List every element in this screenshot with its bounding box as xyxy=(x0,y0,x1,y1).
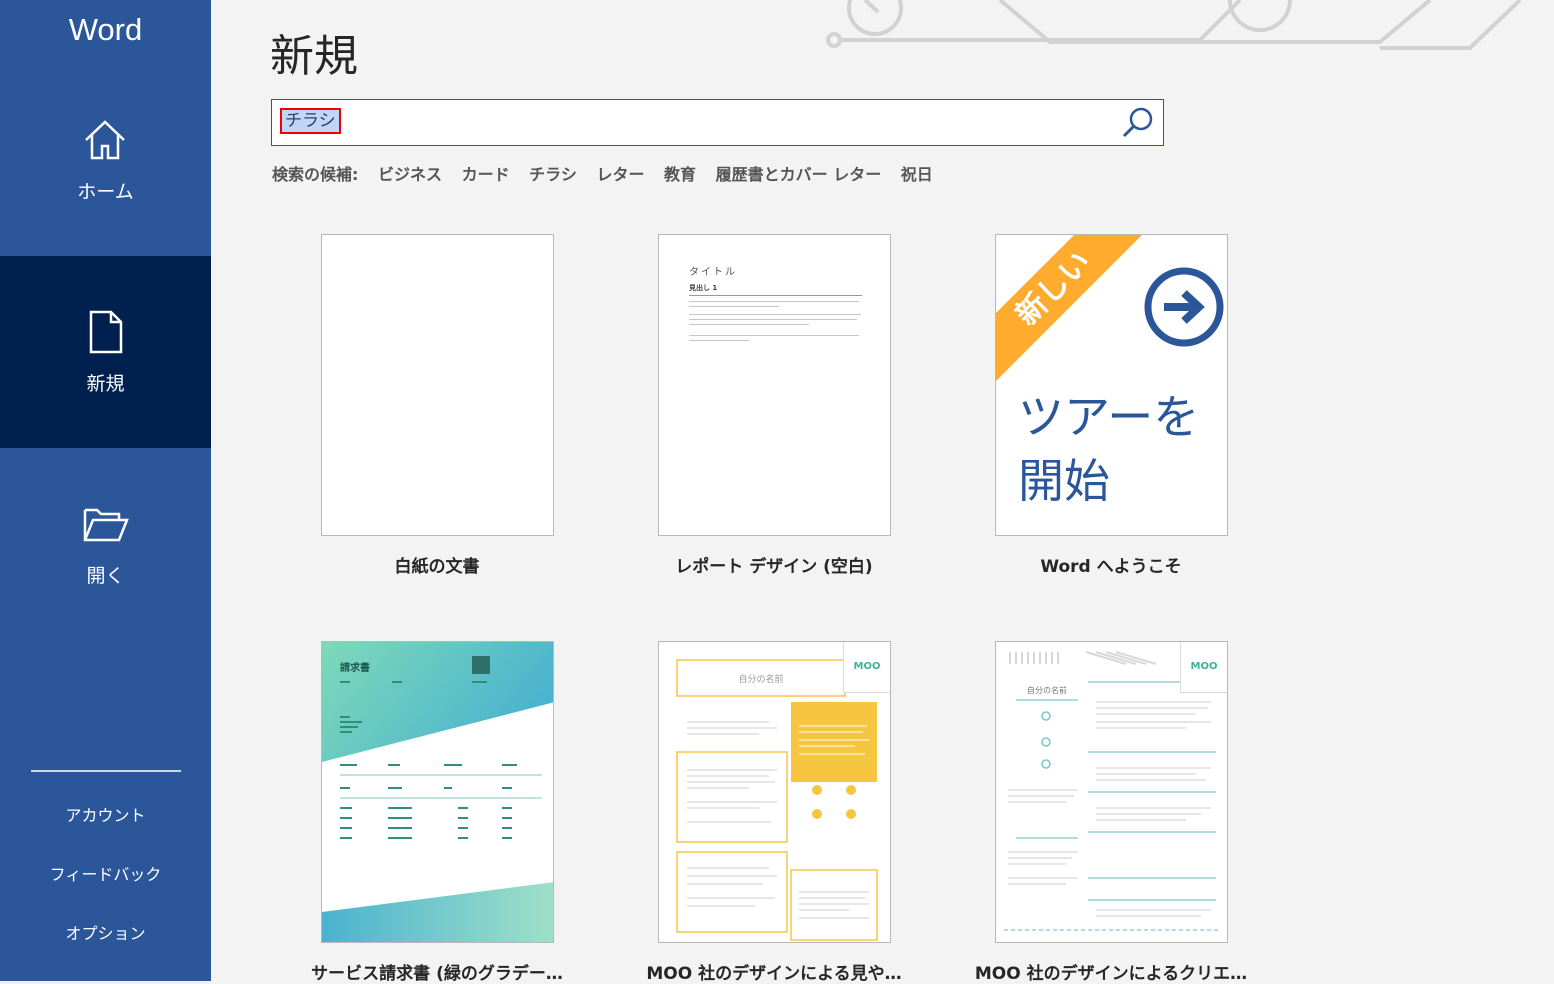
sidebar-item-home[interactable]: ホーム xyxy=(0,64,211,256)
preview-name: 自分の名前 xyxy=(1027,686,1067,695)
new-badge: 新しい xyxy=(996,235,1156,391)
template-caption: MOO 社のデザインによるクリエ… xyxy=(974,964,1248,984)
preview-title: 請求書 xyxy=(340,663,370,674)
template-thumbnail xyxy=(321,234,554,536)
suggestion-link[interactable]: カード xyxy=(462,165,510,184)
sidebar-item-new[interactable]: 新規 xyxy=(0,256,211,448)
home-icon xyxy=(85,120,125,160)
template-caption: 白紙の文書 xyxy=(394,557,480,577)
sidebar-link-options[interactable]: オプション xyxy=(0,920,211,944)
tour-text-line: ツアーを xyxy=(1018,390,1200,444)
sidebar-link-account[interactable]: アカウント xyxy=(0,802,211,826)
preview-name: 自分の名前 xyxy=(738,675,784,685)
preview-title: タイトル xyxy=(689,267,737,278)
template-thumbnail: 新しい ツアーを 開始 xyxy=(995,234,1228,536)
template-caption: Word へようこそ xyxy=(1040,557,1182,577)
search-suggestions: 検索の候補: ビジネス カード チラシ レター 教育 履歴書とカバー レター 祝… xyxy=(272,161,947,185)
template-thumbnail: 自分の名前 MOO xyxy=(995,641,1228,943)
suggestion-link[interactable]: 履歴書とカバー レター xyxy=(716,165,882,184)
suggestion-link[interactable]: ビジネス xyxy=(378,165,442,184)
template-caption: サービス請求書 (緑のグラデー… xyxy=(311,964,563,984)
circuit-decoration xyxy=(826,0,1522,50)
suggestion-link[interactable]: レター xyxy=(596,165,644,184)
preview-heading: 見出し 1 xyxy=(689,284,718,292)
template-caption: MOO 社のデザインによる見や… xyxy=(646,964,902,984)
sidebar-item-open[interactable]: 開く xyxy=(0,448,211,640)
suggestion-link[interactable]: 教育 xyxy=(664,165,696,184)
sidebar-item-label: 新規 xyxy=(86,373,125,395)
tour-text-line: 開始 xyxy=(1018,454,1110,508)
tour-text: ツアーを 開始 xyxy=(1018,385,1199,513)
template-thumbnail: タイトル 見出し 1 xyxy=(658,234,891,536)
open-folder-icon xyxy=(83,508,129,542)
sidebar-link-feedback[interactable]: フィードバック xyxy=(0,861,211,885)
arrow-right-circle-icon xyxy=(1144,267,1224,347)
template-caption: レポート デザイン (空白) xyxy=(675,557,873,577)
app-name: Word xyxy=(68,12,143,47)
template-thumbnail: 請求書 xyxy=(321,641,554,943)
invoice-gradient-background xyxy=(322,642,553,942)
suggestion-link[interactable]: チラシ xyxy=(529,165,577,184)
search-icon[interactable] xyxy=(1121,106,1155,140)
sidebar-divider xyxy=(31,770,181,772)
template-thumbnail: 自分の名前 MOO xyxy=(658,641,891,943)
suggestions-label: 検索の候補: xyxy=(272,165,359,184)
template-search-box[interactable]: チラシ xyxy=(271,99,1164,146)
suggestion-link[interactable]: 祝日 xyxy=(901,165,933,184)
sidebar-item-label: 開く xyxy=(86,565,125,587)
sidebar-item-label: ホーム xyxy=(77,181,134,203)
backstage-sidebar: Word ホーム 新規 開く アカウント フィードバック オプション xyxy=(0,0,211,981)
moo-logo: MOO xyxy=(1180,642,1227,693)
moo-logo: MOO xyxy=(843,642,890,693)
new-document-icon xyxy=(89,310,123,354)
search-input[interactable]: チラシ xyxy=(280,108,341,134)
page-title: 新規 xyxy=(270,31,358,83)
